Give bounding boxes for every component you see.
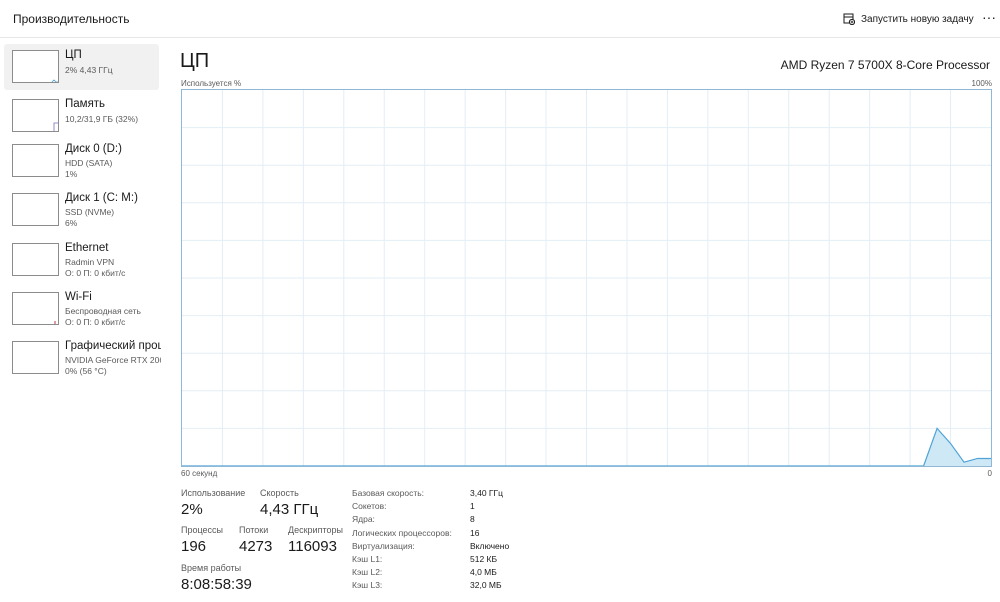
sidebar-item-label: ЦП xyxy=(65,49,82,61)
sidebar-item-detail: О: 0 П: 0 кбит/с xyxy=(65,317,126,327)
sidebar-item-label: Диск 0 (D:) xyxy=(65,143,122,155)
gpu-thumbnail-graph xyxy=(12,341,59,374)
spec-value: 512 КБ xyxy=(470,554,498,564)
run-new-task-button[interactable]: Запустить новую задачу xyxy=(843,11,974,27)
threads-label: Потоки xyxy=(239,525,269,535)
processes-label: Процессы xyxy=(181,525,224,535)
sidebar-item-label: Ethernet xyxy=(65,242,109,254)
cpu-heading: ЦП xyxy=(180,50,210,72)
spec-label: Сокетов: xyxy=(352,501,387,511)
cpu-thumbnail-graph xyxy=(12,50,59,83)
spec-value: 4,0 МБ xyxy=(470,567,497,577)
spec-label: Кэш L2: xyxy=(352,567,383,577)
handles-value: 116093 xyxy=(288,538,337,555)
run-task-label: Запустить новую задачу xyxy=(861,13,974,25)
sidebar-item-detail: Radmin VPN xyxy=(65,257,115,267)
processes-value: 196 xyxy=(181,538,207,555)
speed-label: Скорость xyxy=(260,488,299,498)
sidebar-item-gpu[interactable]: Графический процессор 0 NVIDIA GeForce R… xyxy=(4,335,161,381)
more-options-button[interactable]: ··· xyxy=(980,8,998,28)
spec-label: Кэш L3: xyxy=(352,580,383,590)
sidebar-item-detail: 2% 4,43 ГГц xyxy=(65,65,113,75)
spec-label: Базовая скорость: xyxy=(352,488,425,498)
spec-value: 8 xyxy=(470,514,475,524)
sidebar-item-detail: 1% xyxy=(65,169,78,179)
sidebar-item-disk-0[interactable]: Диск 0 (D:) HDD (SATA) 1% xyxy=(4,138,159,184)
spec-label: Кэш L1: xyxy=(352,554,383,564)
memory-thumbnail-graph xyxy=(12,99,59,132)
y-axis-max-label: 100% xyxy=(971,79,992,88)
usage-value: 2% xyxy=(181,501,203,518)
sidebar-item-label: Графический процессор 0 xyxy=(65,340,161,352)
spec-value: 16 xyxy=(470,528,480,538)
disk-0-thumbnail-graph xyxy=(12,144,59,177)
header-bar: Производительность Запустить новую задач… xyxy=(0,0,1000,38)
disk-1-thumbnail-graph xyxy=(12,193,59,226)
sidebar-item-disk-1[interactable]: Диск 1 (C: M:) SSD (NVMe) 6% xyxy=(4,187,159,233)
spec-value: Включено xyxy=(470,541,510,551)
uptime-label: Время работы xyxy=(181,563,242,573)
spec-label: Ядра: xyxy=(352,514,375,524)
spec-value: 1 xyxy=(470,501,475,511)
sidebar-item-label: Память xyxy=(65,98,106,110)
handles-label: Дескрипторы xyxy=(288,525,343,535)
spec-label: Виртуализация: xyxy=(352,541,415,551)
x-axis-min-label: 0 xyxy=(987,469,992,478)
sidebar-item-detail: 10,2/31,9 ГБ (32%) xyxy=(65,114,139,124)
sidebar-item-label: Диск 1 (C: M:) xyxy=(65,192,138,204)
sidebar-item-detail: NVIDIA GeForce RTX 2060 xyxy=(65,355,161,365)
ethernet-thumbnail-graph xyxy=(12,243,59,276)
sidebar-item-detail: 0% (56 °C) xyxy=(65,366,107,376)
x-axis-label: 60 секунд xyxy=(181,469,218,478)
sidebar-item-detail: SSD (NVMe) xyxy=(65,207,115,217)
usage-label: Использование xyxy=(181,488,246,498)
sidebar-item-detail: О: 0 П: 0 кбит/с xyxy=(65,268,126,278)
sidebar-item-detail: 6% xyxy=(65,218,78,228)
threads-value: 4273 xyxy=(239,538,273,555)
uptime-value: 8:08:58:39 xyxy=(181,576,252,593)
cpu-usage-graph xyxy=(181,89,992,467)
sidebar-item-cpu[interactable]: ЦП 2% 4,43 ГГц xyxy=(4,44,159,90)
speed-value: 4,43 ГГц xyxy=(260,501,319,518)
sidebar-item-wifi[interactable]: Wi-Fi Беспроводная сеть О: 0 П: 0 кбит/с xyxy=(4,286,159,332)
sidebar-item-detail: Беспроводная сеть xyxy=(65,306,141,316)
processor-name: AMD Ryzen 7 5700X 8-Core Processor xyxy=(780,58,990,72)
y-axis-label: Используется % xyxy=(181,79,242,88)
run-task-icon xyxy=(843,13,855,25)
spec-label: Логических процессоров: xyxy=(352,528,452,538)
sidebar-item-detail: HDD (SATA) xyxy=(65,158,113,168)
sidebar-item-memory[interactable]: Память 10,2/31,9 ГБ (32%) xyxy=(4,93,159,139)
sidebar-item-label: Wi-Fi xyxy=(65,291,92,303)
sidebar-item-ethernet[interactable]: Ethernet Radmin VPN О: 0 П: 0 кбит/с xyxy=(4,237,159,283)
page-title: Производительность xyxy=(13,12,130,26)
sidebar: ЦП 2% 4,43 ГГц Память 10,2/31,9 ГБ (32%)… xyxy=(0,38,165,602)
spec-value: 3,40 ГГц xyxy=(470,488,503,498)
wifi-thumbnail-graph xyxy=(12,292,59,325)
spec-value: 32,0 МБ xyxy=(470,580,502,590)
